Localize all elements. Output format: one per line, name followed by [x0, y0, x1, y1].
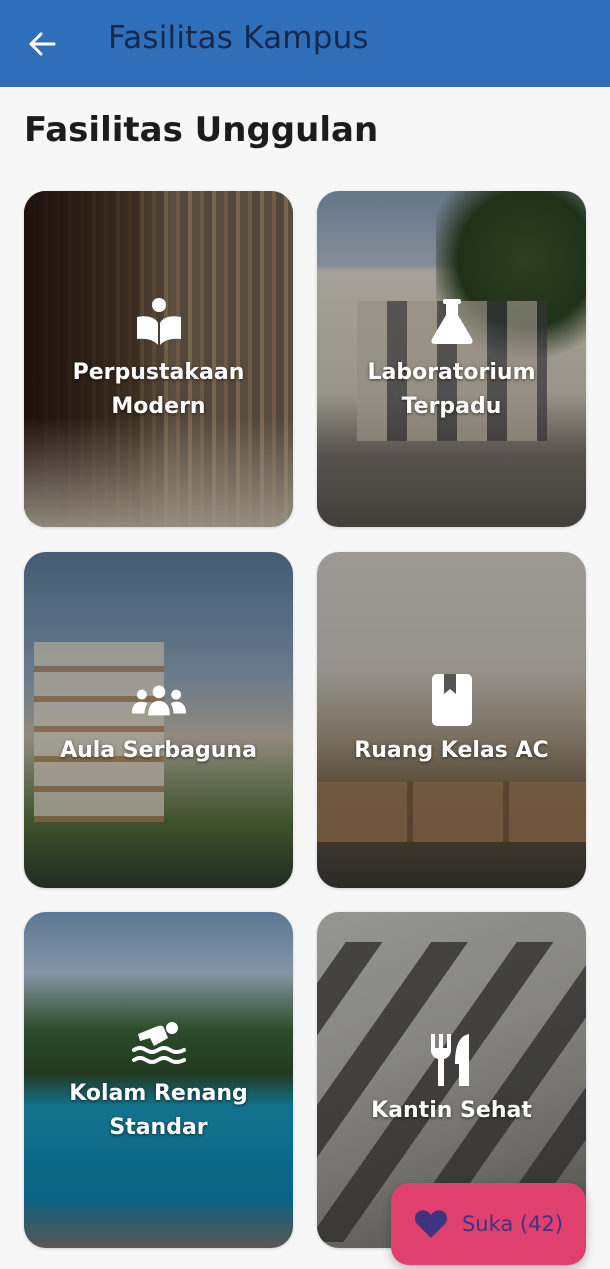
- page-title: Fasilitas Kampus: [108, 20, 369, 56]
- facility-label: Perpustakaan Modern: [72, 359, 245, 419]
- facility-card-pool[interactable]: Kolam Renang Standar: [24, 912, 293, 1248]
- arrow-left-icon: [29, 32, 56, 56]
- facility-card-hall[interactable]: Aula Serbaguna: [24, 552, 293, 888]
- like-count-label: Suka (42): [461, 1212, 564, 1236]
- facility-card-laboratory[interactable]: Laboratorium Terpadu: [317, 191, 586, 527]
- flask-icon: [424, 294, 480, 350]
- section-title: Fasilitas Unggulan: [24, 110, 379, 150]
- heart-icon: [414, 1210, 448, 1238]
- bookmark-book-icon: [424, 672, 480, 728]
- facility-label: Kantin Sehat: [371, 1097, 532, 1123]
- facility-label: Kolam Renang Standar: [69, 1080, 248, 1140]
- utensils-icon: [424, 1032, 480, 1088]
- app-bar: Fasilitas Kampus: [0, 0, 610, 87]
- facility-label: Laboratorium Terpadu: [367, 359, 536, 419]
- facility-card-library[interactable]: Perpustakaan Modern: [24, 191, 293, 527]
- facility-card-classroom[interactable]: Ruang Kelas AC: [317, 552, 586, 888]
- facility-label: Aula Serbaguna: [60, 737, 257, 763]
- back-button[interactable]: [22, 24, 62, 64]
- swimmer-icon: [131, 1015, 187, 1071]
- like-button[interactable]: Suka (42): [391, 1183, 586, 1265]
- facility-label: Ruang Kelas AC: [354, 737, 549, 763]
- book-reader-icon: [131, 294, 187, 350]
- people-group-icon: [131, 672, 187, 728]
